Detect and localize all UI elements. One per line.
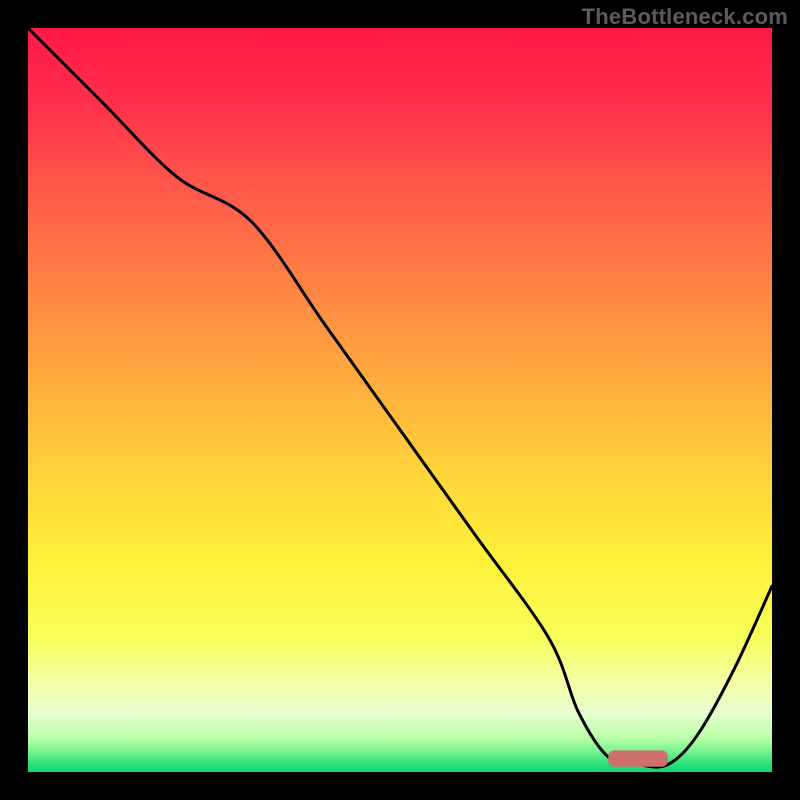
chart-container: TheBottleneck.com: [0, 0, 800, 800]
watermark-text: TheBottleneck.com: [582, 4, 788, 30]
optimal-range-marker: [608, 750, 668, 766]
chart-svg: [28, 28, 772, 772]
plot-area: [28, 28, 772, 772]
